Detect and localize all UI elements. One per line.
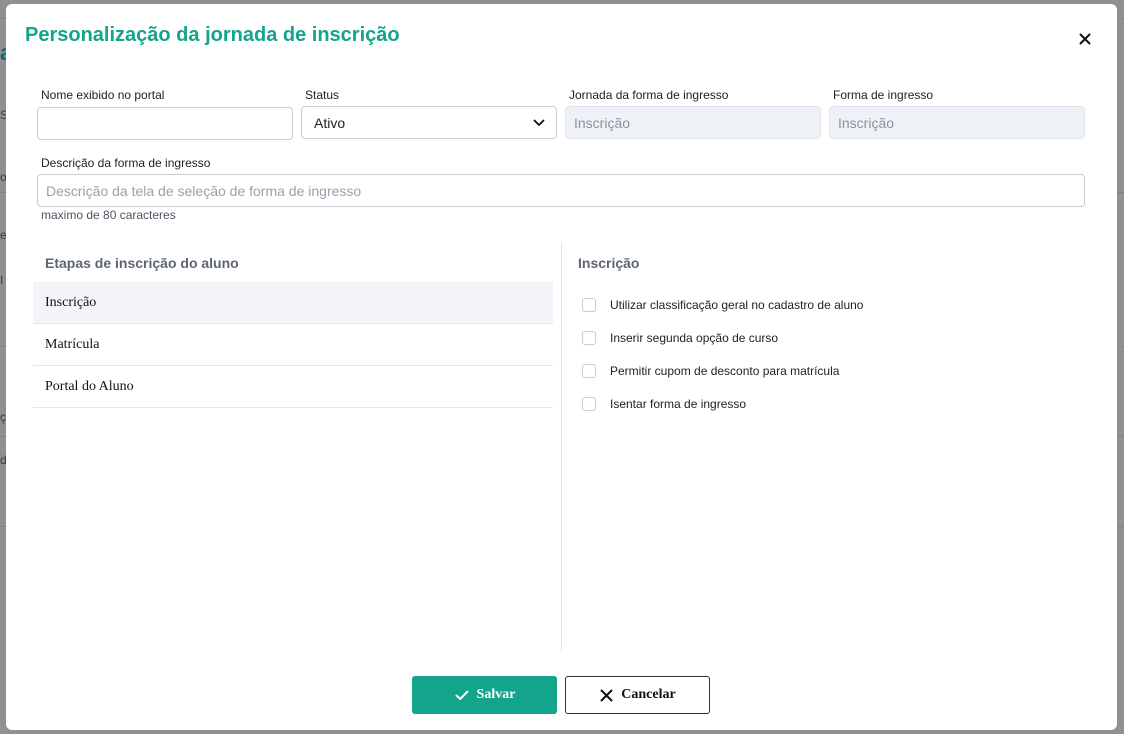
step-item-inscricao[interactable]: Inscrição [33,282,553,324]
exempt-entry-form-checkbox[interactable] [582,396,596,411]
option-label: Utilizar classificação geral no cadastro… [610,297,864,312]
cancel-button-label: Cancelar [621,687,676,702]
options-section-title: Inscrição [578,255,640,271]
save-button[interactable]: Salvar [412,676,557,714]
entry-form-field: Inscrição [829,106,1085,139]
steps-list: Inscrição Matrícula Portal do Aluno [33,282,553,408]
option-item: Utilizar classificação geral no cadastro… [582,288,863,321]
option-label: Permitir cupom de desconto para matrícul… [610,363,840,378]
save-button-label: Salvar [476,687,516,702]
option-label: Isentar forma de ingresso [610,396,747,411]
step-item-portal-do-aluno[interactable]: Portal do Aluno [33,366,553,408]
display-name-label: Nome exibido no portal [41,88,165,102]
check-icon [455,690,469,700]
step-item-label: Portal do Aluno [45,378,134,394]
description-input[interactable] [37,174,1085,207]
background-fragment: I [0,273,4,287]
close-icon [600,689,613,701]
status-selected-value: Ativo [314,114,346,131]
description-label: Descrição da forma de ingresso [41,156,211,170]
close-button[interactable] [1074,28,1096,50]
journey-field: Inscrição [565,106,821,139]
step-item-label: Matrícula [45,336,100,352]
step-item-matricula[interactable]: Matrícula [33,324,553,366]
panel-divider [561,242,562,652]
options-list: Utilizar classificação geral no cadastro… [582,288,863,420]
steps-section-title: Etapas de inscrição do aluno [45,255,239,271]
cancel-button[interactable]: Cancelar [565,676,710,714]
option-item: Inserir segunda opção de curso [582,321,863,354]
modal-title: Personalização da jornada de inscrição [25,24,400,46]
option-label: Inserir segunda opção de curso [610,330,779,345]
second-course-option-checkbox[interactable] [582,330,596,345]
entry-form-label: Forma de ingresso [833,88,934,102]
option-item: Permitir cupom de desconto para matrícul… [582,354,863,387]
status-select[interactable]: Ativo [301,106,557,139]
close-icon [1079,33,1091,45]
entry-form-value: Inscrição [838,114,895,131]
journey-value: Inscrição [574,114,631,131]
journey-label: Jornada da forma de ingresso [569,88,729,102]
option-item: Isentar forma de ingresso [582,387,863,420]
general-classification-checkbox[interactable] [582,297,596,312]
status-label: Status [305,88,340,102]
journey-customization-modal: Personalização da jornada de inscrição N… [6,4,1117,730]
step-item-label: Inscrição [45,294,97,310]
description-helper-text: maximo de 80 caracteres [41,208,176,222]
chevron-down-icon [533,119,545,126]
discount-coupon-checkbox[interactable] [582,363,596,378]
display-name-input[interactable] [37,107,293,140]
